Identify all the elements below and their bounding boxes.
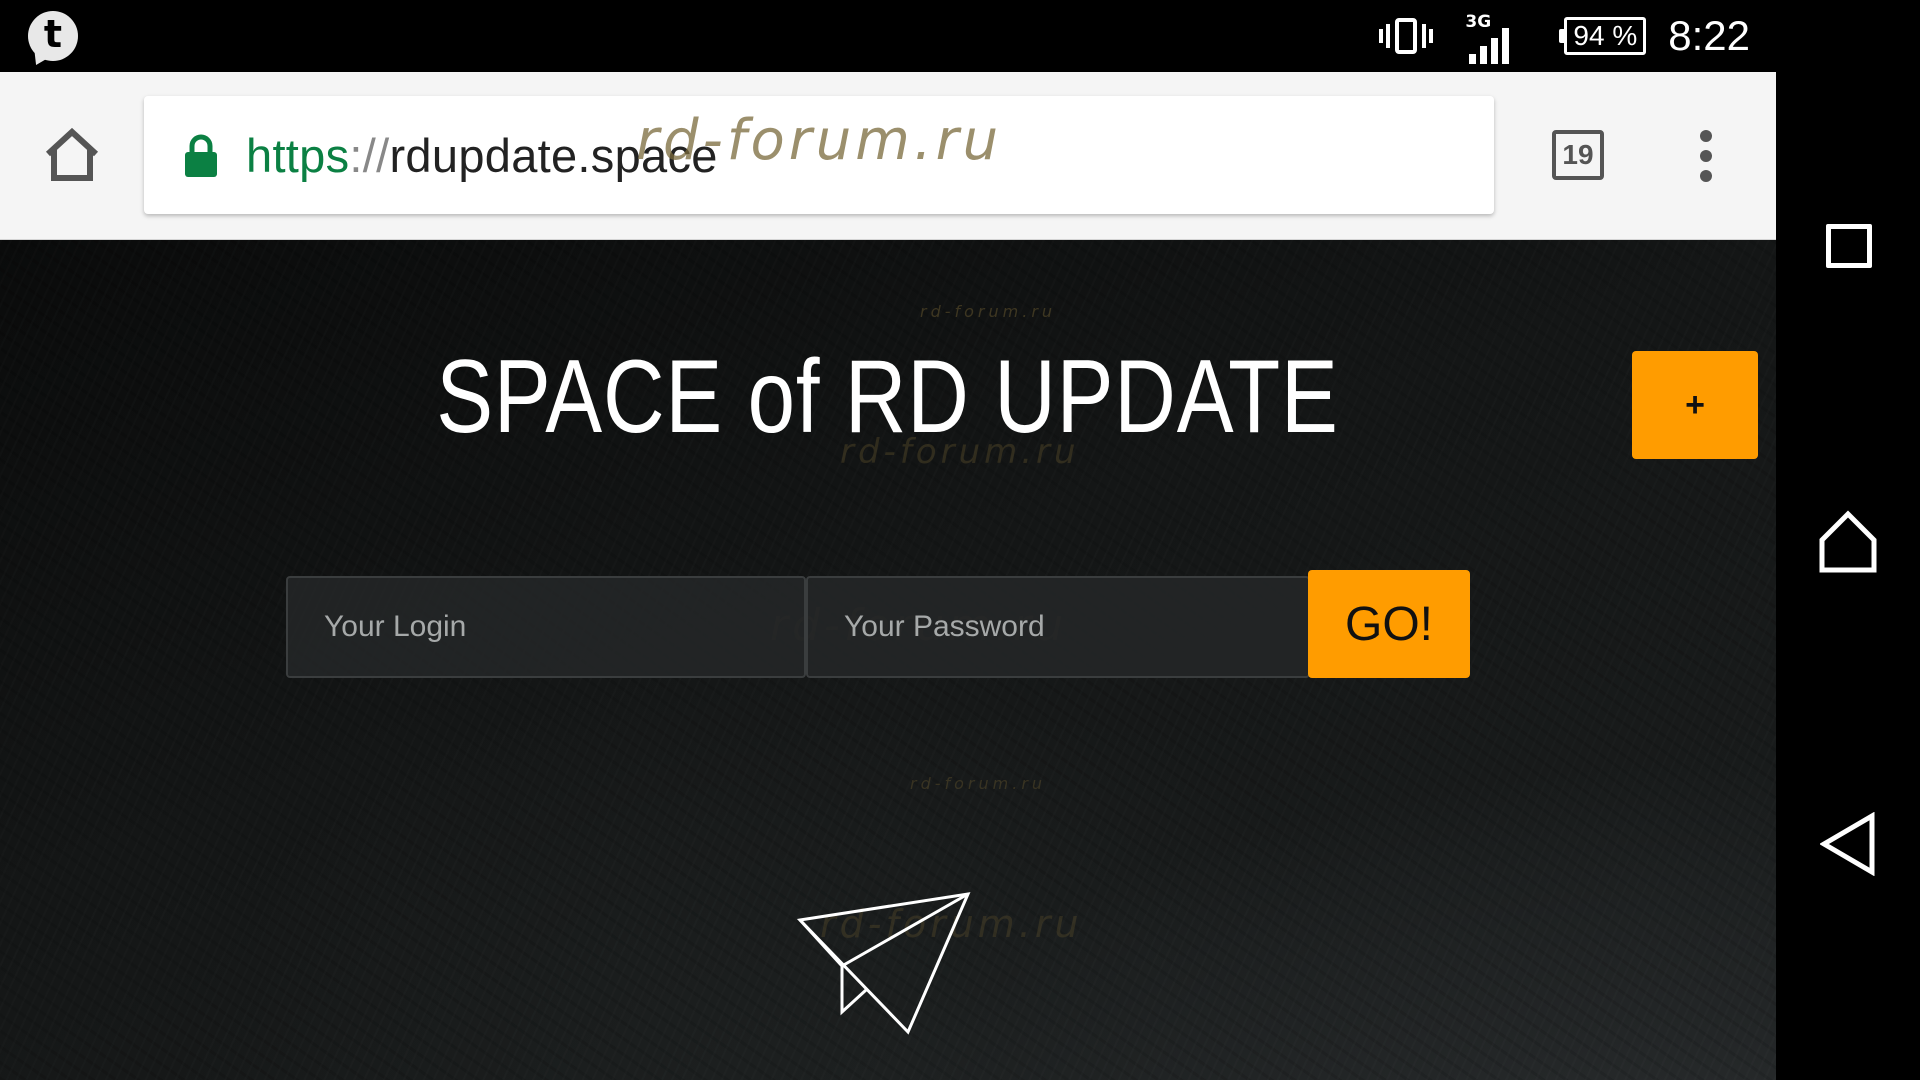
page-title: SPACE of RD UPDATE [436,339,1339,455]
url-separator: :// [349,128,390,182]
home-icon[interactable] [1818,510,1878,574]
status-bar: t 3G 94 % 8:22 [0,0,1776,72]
browser-home-icon[interactable] [42,124,102,184]
android-nav-bar [1776,0,1920,1080]
paper-plane-icon [796,892,971,1035]
vibrate-icon [1377,14,1435,58]
login-input[interactable] [286,576,806,678]
browser-toolbar: https://rdupdate.space rd-forum.ru 19 [0,72,1776,240]
clock: 8:22 [1668,12,1750,59]
plus-button[interactable]: + [1632,351,1758,459]
url-text: https://rdupdate.space [246,128,718,183]
overflow-menu-icon[interactable] [1694,130,1718,186]
recent-apps-icon[interactable] [1826,224,1872,268]
password-input[interactable] [806,576,1310,678]
go-button[interactable]: GO! [1308,570,1470,678]
phone-screen: t 3G 94 % 8:22 https://rdupdate.space rd… [0,0,1920,1080]
signal-strength-icon [1469,28,1510,64]
web-page: rd-forum.ru rd-forum.ru rd-forum.ru rd-f… [0,240,1776,1080]
status-icons: 3G 94 % 8:22 [1377,0,1750,72]
battery-level: 94 % [1564,17,1647,55]
address-bar[interactable]: https://rdupdate.space [144,96,1494,214]
tumblr-icon: t [28,11,78,61]
tab-switcher-button[interactable]: 19 [1552,130,1604,180]
lock-icon [185,134,217,177]
battery-indicator: 94 % [1559,17,1647,55]
signal-indicator: 3G [1457,8,1519,64]
url-scheme: https [246,128,350,182]
back-icon[interactable] [1820,812,1876,876]
url-host: rdupdate.space [389,128,718,182]
